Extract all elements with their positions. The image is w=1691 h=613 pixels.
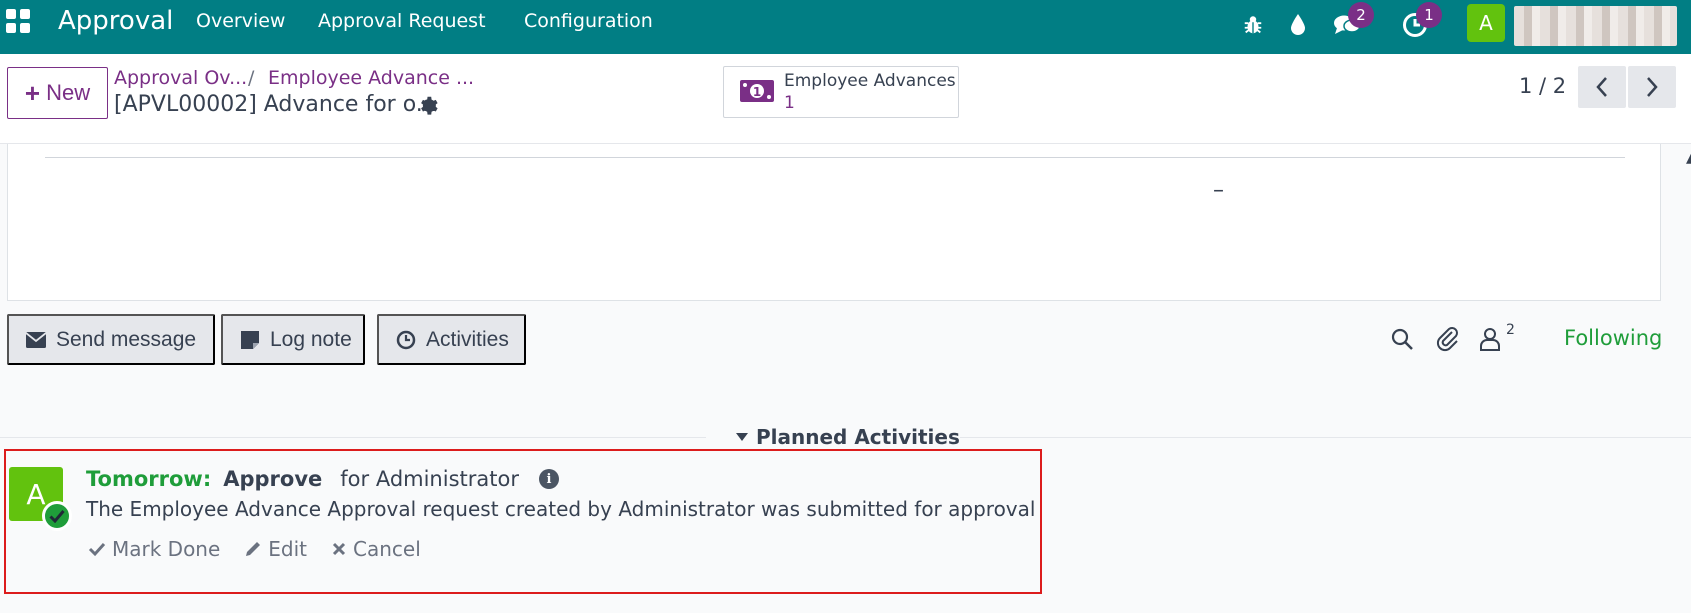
activity-actions: Mark Done Edit Cancel (88, 537, 421, 561)
info-icon[interactable]: i (538, 469, 559, 489)
sticky-note-icon (238, 328, 262, 352)
edit-button[interactable]: Edit (244, 537, 307, 561)
mark-done-button[interactable]: Mark Done (88, 537, 220, 561)
menu-configuration[interactable]: Configuration (524, 10, 653, 32)
check-circle-icon (42, 501, 72, 531)
pager-next-button[interactable] (1628, 66, 1676, 108)
new-button[interactable]: + New (7, 67, 108, 119)
search-icon[interactable] (1388, 325, 1416, 353)
log-note-button[interactable]: Log note (221, 314, 365, 365)
debug-bug-icon[interactable] (1238, 10, 1268, 40)
activities-clock-icon[interactable]: 1 (1400, 2, 1442, 40)
activities-button[interactable]: Activities (377, 314, 526, 365)
send-message-label: Send message (56, 327, 197, 351)
control-panel: + New Approval Ov... / Employee Advance … (0, 54, 1691, 144)
pencil-icon (246, 542, 261, 556)
empty-value-dash: – (1213, 178, 1224, 203)
followers-count: 2 (1506, 322, 1515, 338)
chevron-right-icon (1647, 77, 1658, 97)
messages-icon[interactable]: 2 (1332, 2, 1374, 40)
envelope-icon (24, 328, 48, 352)
money-bill-icon: 1 (739, 77, 775, 105)
paperclip-icon[interactable] (1434, 325, 1462, 353)
messages-badge: 2 (1348, 2, 1374, 28)
cancel-button[interactable]: Cancel (331, 537, 421, 561)
breadcrumb-approval-overview[interactable]: Approval Ov... (114, 67, 247, 89)
send-message-button[interactable]: Send message (7, 314, 215, 365)
activity-due-label: Tomorrow: (86, 467, 212, 491)
followers-user-icon[interactable] (1476, 325, 1504, 353)
activity-item: A Tomorrow: Approve for Administrator i … (4, 449, 1042, 594)
edit-label: Edit (268, 537, 308, 561)
breadcrumb-employee-advance[interactable]: Employee Advance ... (268, 67, 474, 89)
cancel-label: Cancel (353, 537, 421, 561)
mark-done-label: Mark Done (112, 537, 221, 561)
sheet-divider (45, 157, 1625, 158)
activity-summary: The Employee Advance Approval request cr… (86, 497, 1036, 521)
smart-button-count: 1 (784, 93, 795, 113)
clock-icon (394, 328, 418, 352)
apps-menu-icon[interactable] (6, 9, 30, 33)
activities-label: Activities (426, 327, 509, 351)
following-button[interactable]: Following (1564, 326, 1662, 350)
form-sheet: – (7, 144, 1661, 301)
log-note-label: Log note (270, 327, 352, 351)
drop-icon[interactable] (1283, 10, 1313, 40)
user-name-blurred[interactable] (1514, 6, 1677, 46)
planned-activities-toggle[interactable]: Planned Activities (706, 424, 960, 450)
employee-advances-smart-button[interactable]: 1 Employee Advances 1 (723, 66, 959, 118)
top-navbar: Approval Overview Approval Request Confi… (0, 0, 1691, 54)
chevron-left-icon (1596, 77, 1607, 97)
check-icon (88, 542, 106, 557)
activities-badge: 1 (1416, 2, 1442, 28)
gear-icon[interactable] (418, 94, 440, 116)
user-avatar[interactable]: A (1467, 4, 1505, 42)
close-icon (332, 542, 346, 556)
svg-text:1: 1 (753, 85, 761, 99)
menu-approval-request[interactable]: Approval Request (318, 10, 486, 32)
smart-button-label: Employee Advances (784, 71, 956, 91)
planned-activities-title: Planned Activities (756, 425, 960, 449)
activity-type: Approve (223, 467, 323, 491)
scrollbar[interactable]: ▲ (1686, 150, 1691, 166)
plus-icon: + (24, 77, 41, 108)
record-title: [APVL00002] Advance for o... (114, 92, 437, 117)
breadcrumb-separator: / (248, 67, 255, 89)
app-brand[interactable]: Approval (58, 6, 173, 36)
new-button-label: New (46, 80, 91, 105)
activity-assignee: for Administrator (340, 467, 519, 491)
caret-down-icon (736, 433, 748, 441)
menu-overview[interactable]: Overview (196, 10, 285, 32)
activity-header: Tomorrow: Approve for Administrator i (86, 467, 559, 491)
pager-value[interactable]: 1 / 2 (1519, 74, 1566, 98)
pager-previous-button[interactable] (1578, 66, 1626, 108)
